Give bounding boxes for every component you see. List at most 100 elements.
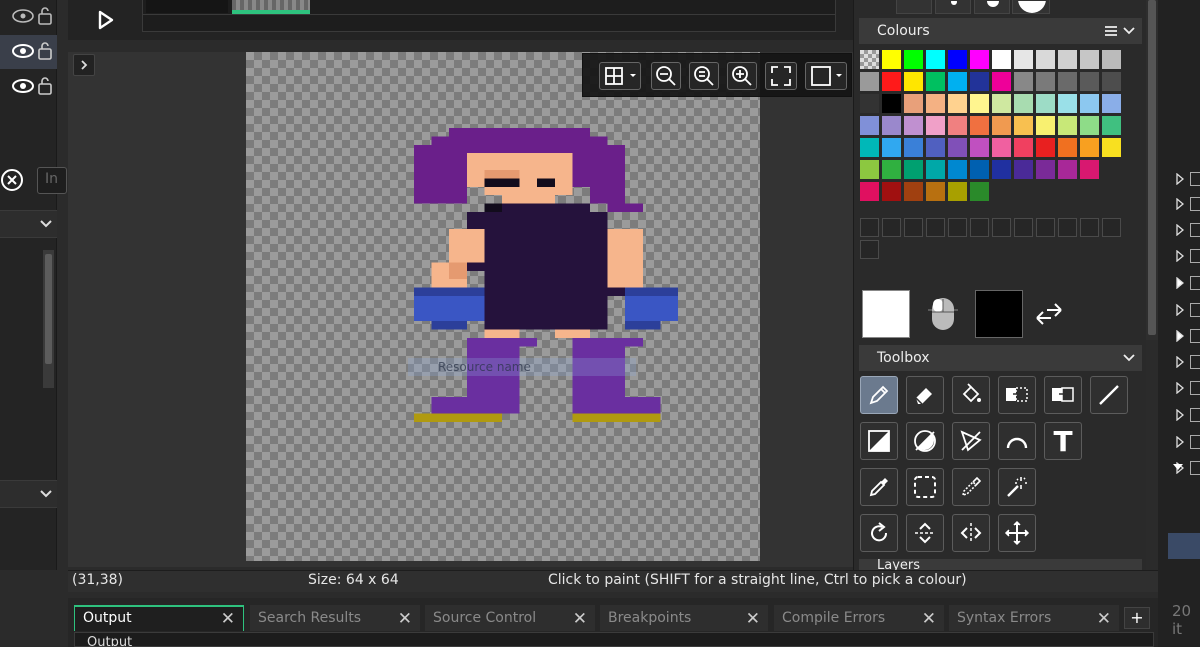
layer-row[interactable] [0,70,57,104]
colour-swatch[interactable] [992,160,1011,179]
text-tool-button[interactable]: T [1044,422,1082,460]
rectangle-select-tool-button[interactable] [906,468,944,506]
close-icon[interactable]: ✕ [573,609,587,629]
colour-swatch[interactable] [860,182,879,201]
colour-swatch[interactable] [992,138,1011,157]
asset-item-icon[interactable] [1190,197,1200,211]
empty-colour-slot[interactable] [948,218,967,237]
tab-compile-errors[interactable]: Compile Errors ✕ [774,605,944,631]
rectangle-fill-tool-button[interactable] [860,422,898,460]
expand-arrow-icon[interactable] [1175,197,1185,213]
colour-swatch[interactable] [992,50,1011,69]
copy-selection-tool-button[interactable] [998,376,1036,414]
colour-swatch[interactable] [1036,116,1055,135]
colour-swatch[interactable] [1058,72,1077,91]
colour-swatch[interactable] [948,182,967,201]
asset-item-icon[interactable] [1190,435,1200,449]
colour-swatch[interactable] [948,50,967,69]
colour-swatch[interactable] [948,94,967,113]
expand-arrow-icon[interactable] [1175,329,1185,345]
eye-icon[interactable] [12,9,34,23]
colour-swatch[interactable] [992,72,1011,91]
grid-toggle-button[interactable] [599,62,641,90]
colour-swatch[interactable] [1058,116,1077,135]
colour-swatch[interactable] [992,116,1011,135]
eraser-tool-button[interactable] [906,376,944,414]
zoom-out-button[interactable] [651,62,681,90]
colour-swatch[interactable] [882,94,901,113]
colour-swatch[interactable] [1102,72,1121,91]
close-icon[interactable]: ✕ [922,609,936,629]
colour-swatch[interactable] [948,116,967,135]
colour-swatch[interactable] [860,94,879,113]
colour-swatch[interactable] [970,116,989,135]
primary-colour-swatch[interactable] [862,290,910,338]
colour-swatch[interactable] [948,160,967,179]
expand-arrow-icon[interactable] [1175,303,1185,319]
lock-open-icon[interactable] [38,77,52,95]
colours-panel-header[interactable]: Colours [859,18,1142,44]
eyedropper-tool-button[interactable] [860,468,898,506]
left-dropdown-bar-lower[interactable] [0,480,57,508]
colour-swatch[interactable] [1036,50,1055,69]
arc-tool-button[interactable] [998,422,1036,460]
colour-swatch[interactable] [904,94,923,113]
ellipse-fill-tool-button[interactable] [906,422,944,460]
colour-swatch[interactable] [1058,160,1077,179]
chevron-down-icon[interactable] [39,487,53,501]
eye-icon[interactable] [12,44,34,58]
asset-item-icon[interactable] [1190,355,1200,369]
expand-arrow-icon[interactable] [1175,381,1185,397]
layer-row-selected[interactable] [0,35,57,69]
close-icon[interactable]: ✕ [398,609,412,629]
paste-selection-tool-button[interactable] [1044,376,1082,414]
rotate-tool-button[interactable] [860,514,898,552]
colour-swatch[interactable] [1036,94,1055,113]
colour-swatch[interactable] [882,72,901,91]
colour-swatch[interactable] [970,50,989,69]
empty-colour-slot[interactable] [926,218,945,237]
tab-breakpoints[interactable]: Breakpoints ✕ [600,605,768,631]
collapse-arrow-icon[interactable] [1172,462,1184,475]
left-scrollbar-thumb[interactable] [45,254,52,364]
colour-swatch[interactable] [926,94,945,113]
zoom-in-button[interactable] [727,62,757,90]
empty-colour-slot[interactable] [1102,218,1121,237]
colour-swatch[interactable] [970,72,989,91]
colour-swatch[interactable] [860,116,879,135]
colour-swatch[interactable] [1058,138,1077,157]
colour-swatch[interactable] [1036,138,1055,157]
expand-arrow-icon[interactable] [1175,223,1185,239]
menu-icon[interactable] [1104,25,1118,37]
empty-colour-slot[interactable] [860,218,879,237]
colour-swatch[interactable] [860,72,879,91]
colour-swatch[interactable] [904,72,923,91]
asset-item-icon[interactable] [1190,249,1200,263]
colour-swatch[interactable] [1080,94,1099,113]
colour-swatch[interactable] [882,138,901,157]
expand-arrow-icon[interactable] [1175,355,1185,371]
colour-swatch[interactable] [926,160,945,179]
left-dropdown-bar[interactable] [0,210,57,238]
colour-swatch[interactable] [970,160,989,179]
empty-colour-slot[interactable] [904,218,923,237]
asset-item-icon[interactable] [1190,172,1200,186]
brush-size-button[interactable] [1012,0,1050,14]
colour-swatch[interactable] [904,50,923,69]
empty-colour-slot[interactable] [1080,218,1099,237]
colour-swatch[interactable] [926,182,945,201]
background-toggle-button[interactable] [805,62,847,90]
polygon-fill-tool-button[interactable] [952,422,990,460]
chevron-down-icon[interactable] [1122,24,1136,38]
empty-colour-slot[interactable] [970,218,989,237]
colour-swatch[interactable] [860,160,879,179]
brush-size-button[interactable] [974,0,1010,14]
colour-swatch[interactable] [882,116,901,135]
tab-output[interactable]: Output ✕ [74,605,244,631]
empty-colour-slot[interactable] [1014,218,1033,237]
flip-vertical-tool-button[interactable] [906,514,944,552]
expand-arrow-icon[interactable] [1175,249,1185,265]
magic-wand-tool-button[interactable] [998,468,1036,506]
colour-swatch[interactable] [1036,72,1055,91]
colour-swatch[interactable] [1080,50,1099,69]
